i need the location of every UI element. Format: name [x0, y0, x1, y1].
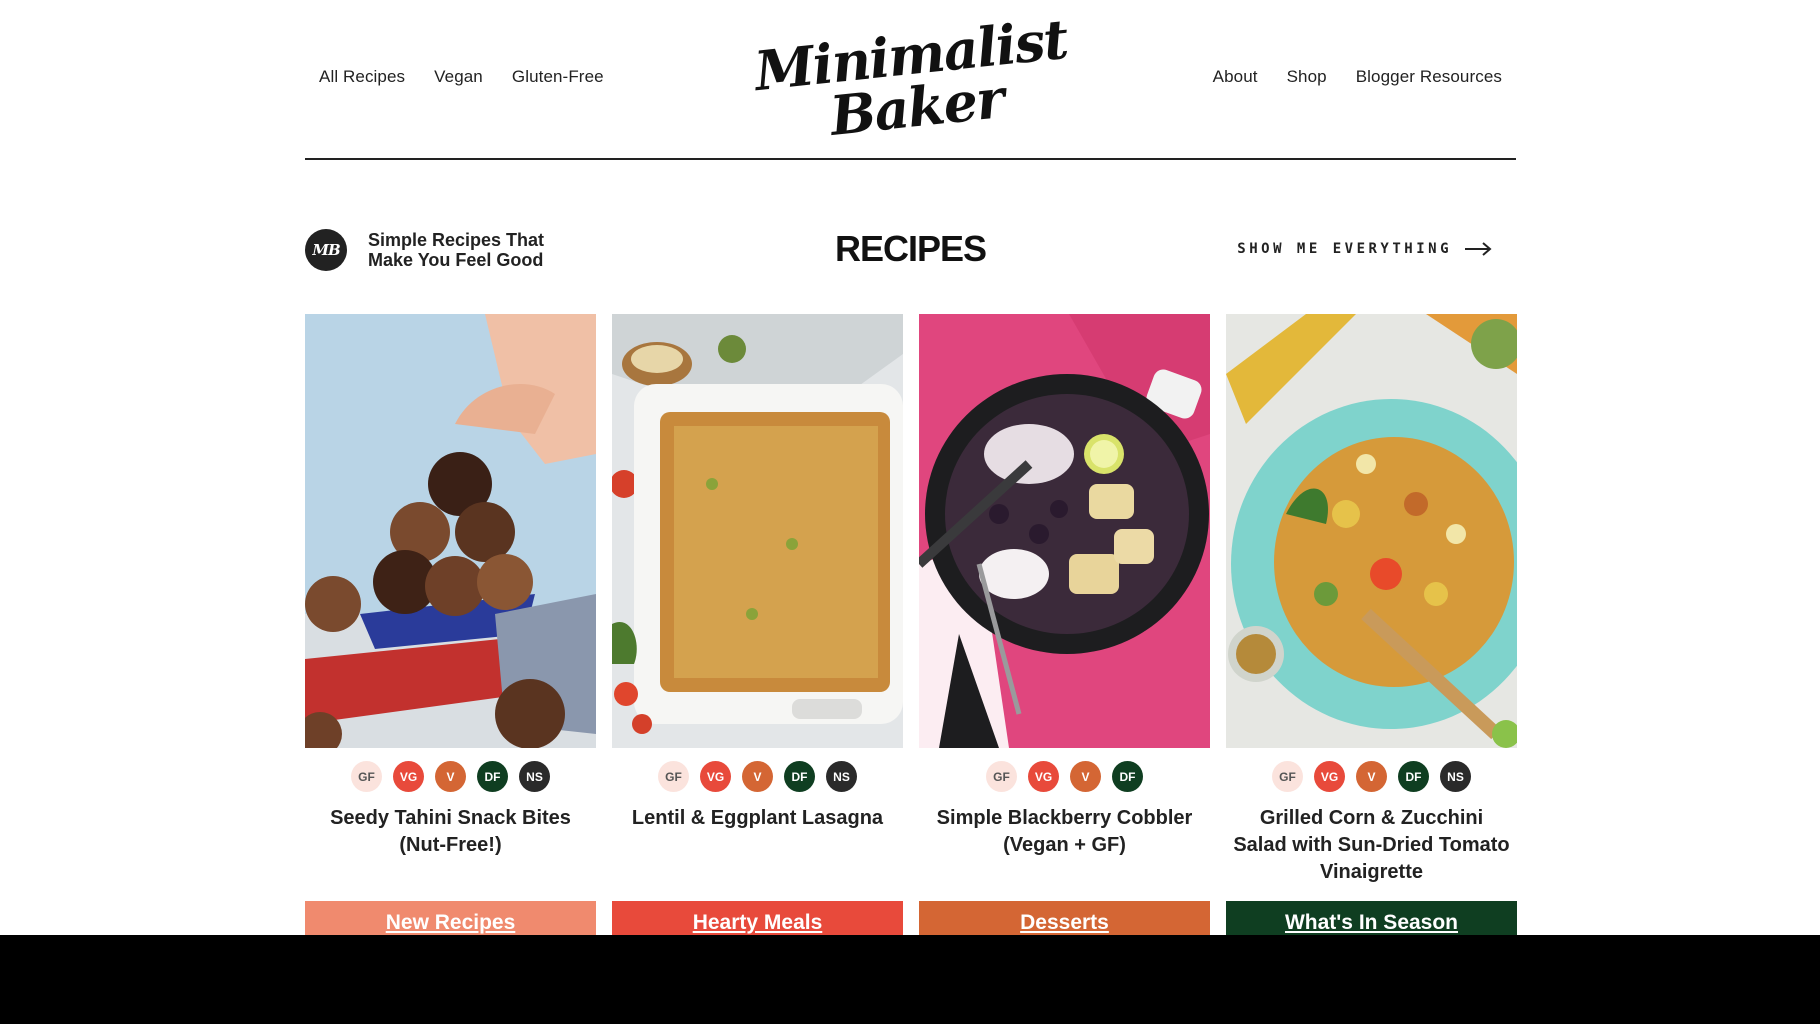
category-new-recipes-button[interactable]: New Recipes: [305, 901, 596, 935]
recipe-title[interactable]: Lentil & Eggplant Lasagna: [618, 805, 898, 887]
nav-vegan[interactable]: Vegan: [434, 67, 483, 87]
recipe-title[interactable]: Grilled Corn & Zucchini Salad with Sun-D…: [1232, 805, 1512, 887]
nav-gluten-free[interactable]: Gluten-Free: [512, 67, 604, 87]
badge-nut-free[interactable]: NS: [519, 761, 550, 792]
badge-nut-free[interactable]: NS: [1440, 761, 1471, 792]
badge-vegan[interactable]: VG: [393, 761, 424, 792]
diet-badges: GF VG V DF NS: [658, 761, 857, 795]
category-hearty-meals-button[interactable]: Hearty Meals: [612, 901, 903, 935]
badge-gluten-free[interactable]: GF: [1272, 761, 1303, 792]
logo-line-2: Baker: [827, 66, 1007, 148]
badge-gluten-free[interactable]: GF: [658, 761, 689, 792]
badge-vegetarian[interactable]: V: [435, 761, 466, 792]
badge-dairy-free[interactable]: DF: [1112, 761, 1143, 792]
diet-badges: GF VG V DF NS: [1272, 761, 1471, 795]
badge-gluten-free[interactable]: GF: [986, 761, 1017, 792]
recipe-image-corn-zucchini-salad[interactable]: [1226, 314, 1517, 748]
recipe-title[interactable]: Seedy Tahini Snack Bites (Nut-Free!): [311, 805, 591, 887]
badge-vegan[interactable]: VG: [1028, 761, 1059, 792]
recipe-card[interactable]: GF VG V DF NS Grilled Corn & Zucchini Sa…: [1226, 314, 1517, 935]
recipe-card[interactable]: GF VG V DF Simple Blackberry Cobbler (Ve…: [919, 314, 1210, 935]
recipe-image-blackberry-cobbler[interactable]: [919, 314, 1210, 748]
category-whats-in-season-button[interactable]: What's In Season: [1226, 901, 1517, 935]
badge-vegetarian[interactable]: V: [1356, 761, 1387, 792]
nav-all-recipes[interactable]: All Recipes: [319, 67, 405, 87]
site-header: All Recipes Vegan Gluten-Free Minimalist…: [305, 0, 1516, 160]
badge-dairy-free[interactable]: DF: [477, 761, 508, 792]
badge-dairy-free[interactable]: DF: [1398, 761, 1429, 792]
recipe-card[interactable]: GF VG V DF NS Seedy Tahini Snack Bites (…: [305, 314, 596, 935]
recipe-title[interactable]: Simple Blackberry Cobbler (Vegan + GF): [925, 805, 1205, 887]
badge-vegetarian[interactable]: V: [742, 761, 773, 792]
recipe-card[interactable]: GF VG V DF NS Lentil & Eggplant Lasagna …: [612, 314, 903, 935]
badge-gluten-free[interactable]: GF: [351, 761, 382, 792]
category-desserts-button[interactable]: Desserts: [919, 901, 1210, 935]
recipe-cards: GF VG V DF NS Seedy Tahini Snack Bites (…: [305, 314, 1517, 935]
badge-vegan[interactable]: VG: [1314, 761, 1345, 792]
diet-badges: GF VG V DF: [986, 761, 1143, 795]
recipe-image-tahini-bites[interactable]: [305, 314, 596, 748]
show-all-label: SHOW ME EVERYTHING: [1237, 241, 1452, 257]
recipes-section-header: MB Simple Recipes That Make You Feel Goo…: [305, 222, 1516, 278]
nav-blogger-resources[interactable]: Blogger Resources: [1356, 67, 1502, 87]
nav-right: About Shop Blogger Resources: [1213, 67, 1502, 87]
arrow-right-icon: [1465, 242, 1492, 256]
recipe-image-lentil-lasagna[interactable]: [612, 314, 903, 748]
badge-nut-free[interactable]: NS: [826, 761, 857, 792]
badge-vegetarian[interactable]: V: [1070, 761, 1101, 792]
nav-shop[interactable]: Shop: [1287, 67, 1327, 87]
nav-left: All Recipes Vegan Gluten-Free: [319, 67, 604, 87]
letterbox-bar: [0, 935, 1820, 1024]
site-logo[interactable]: Minimalist Baker: [750, 7, 1080, 148]
badge-vegan[interactable]: VG: [700, 761, 731, 792]
show-me-everything-link[interactable]: SHOW ME EVERYTHING: [1237, 241, 1492, 257]
diet-badges: GF VG V DF NS: [351, 761, 550, 795]
nav-about[interactable]: About: [1213, 67, 1258, 87]
badge-dairy-free[interactable]: DF: [784, 761, 815, 792]
page: All Recipes Vegan Gluten-Free Minimalist…: [0, 0, 1820, 935]
